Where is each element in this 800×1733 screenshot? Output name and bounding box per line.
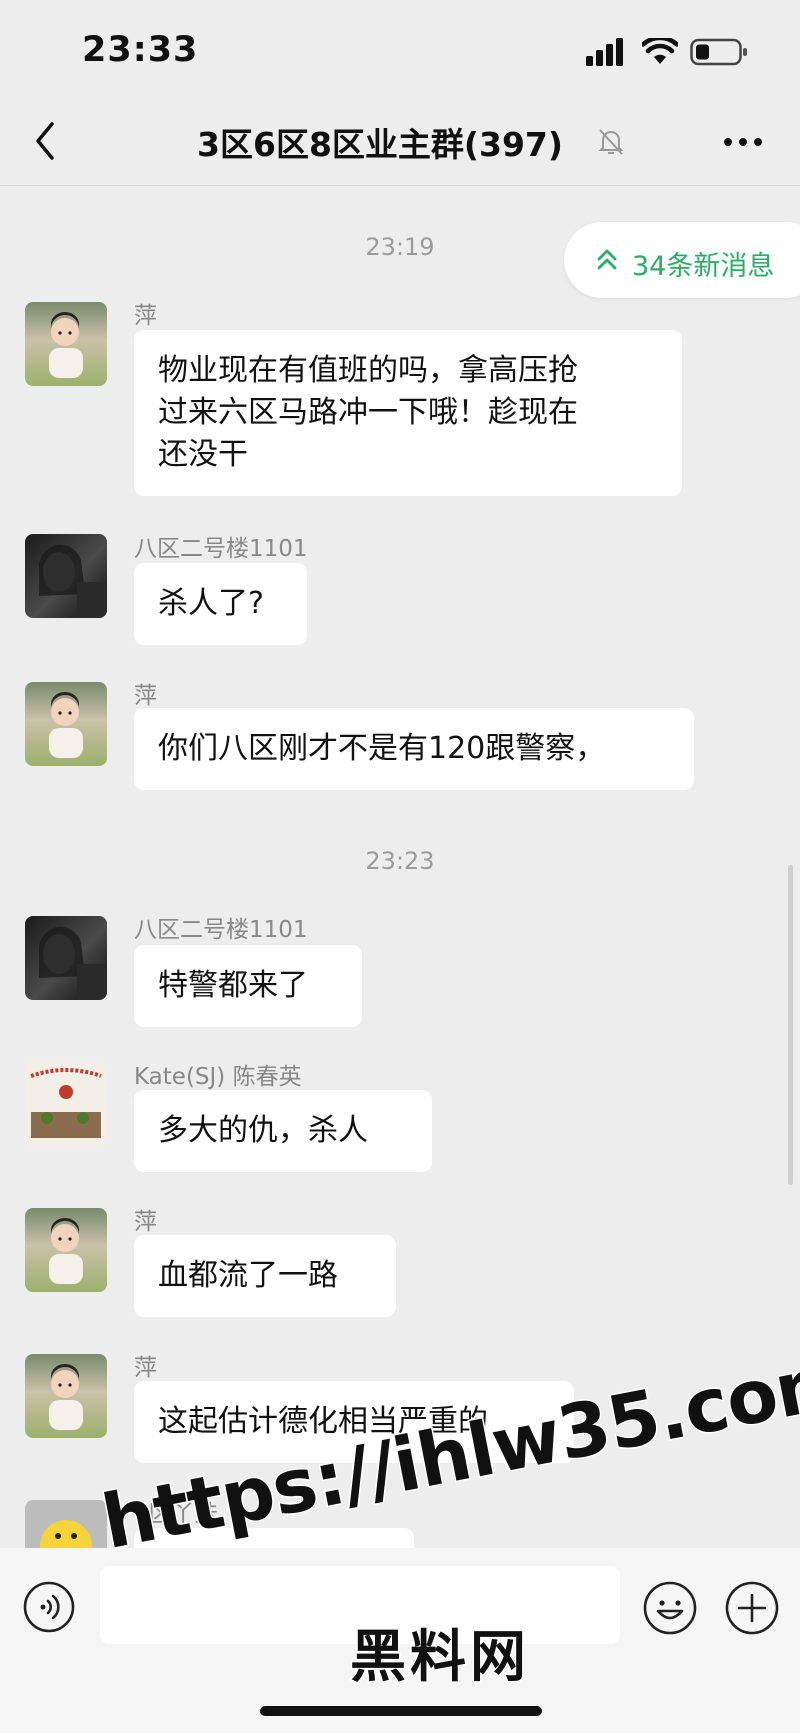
status-time: 23:33 xyxy=(82,30,199,70)
sender-name: 萍 xyxy=(134,303,157,329)
sender-name: 萍 xyxy=(134,683,157,709)
avatar[interactable] xyxy=(25,1354,107,1438)
message-bubble[interactable]: 你们八区刚才不是有120跟警察， xyxy=(134,708,694,790)
sender-name: 萍 xyxy=(134,1355,157,1381)
avatar-child-image xyxy=(49,1218,83,1284)
avatar-child-image xyxy=(49,692,83,758)
message-bubble[interactable]: 多大的仇，杀人 xyxy=(134,1090,432,1172)
scrollbar[interactable] xyxy=(788,865,793,1185)
avatar-photo-image xyxy=(39,544,107,618)
group-name: 3区6区8区业主群(397) xyxy=(197,125,563,164)
sender-name: 八区二号楼1101 xyxy=(134,917,308,943)
message-text: 特警都来了 xyxy=(158,968,308,1003)
message-bubble[interactable]: 特警都来了 xyxy=(134,945,362,1027)
message-line: 物业现在有值班的吗，拿高压抢 xyxy=(158,353,578,388)
sender-name: 萍 xyxy=(134,1209,157,1235)
message-text: 杀人了? xyxy=(158,586,264,621)
emoji-icon[interactable] xyxy=(642,1580,698,1636)
watermark-name: 黑料网 xyxy=(349,1624,530,1692)
avatar-child-image xyxy=(49,312,83,378)
more-icon[interactable] xyxy=(722,127,764,157)
avatar[interactable] xyxy=(25,916,107,1000)
avatar[interactable] xyxy=(25,302,107,386)
chat-title: 3区6区8区业主群(397) xyxy=(0,118,800,166)
avatar[interactable] xyxy=(25,682,107,766)
avatar-duck-image xyxy=(40,1520,92,1548)
message-bubble[interactable]: 物业现在有值班的吗，拿高压抢 过来六区马路冲一下哦！趁现在 还没干 xyxy=(134,330,682,496)
nav-divider xyxy=(0,185,800,186)
message-line: 过来六区马路冲一下哦！趁现在 xyxy=(158,395,578,430)
avatar-logo-image xyxy=(30,1068,102,1138)
voice-icon[interactable] xyxy=(22,1580,76,1634)
mute-icon xyxy=(598,129,624,155)
sender-name: Kate(SJ) 陈春英 xyxy=(134,1064,302,1090)
avatar[interactable] xyxy=(25,1062,107,1146)
avatar[interactable] xyxy=(25,1500,107,1548)
wifi-icon xyxy=(642,38,678,64)
avatar[interactable] xyxy=(25,534,107,618)
timestamp: 23:23 xyxy=(365,847,435,875)
timestamp: 23:19 xyxy=(365,233,435,261)
sender-name: 八区二号楼1101 xyxy=(134,536,308,562)
avatar[interactable] xyxy=(25,1208,107,1292)
battery-icon xyxy=(690,38,747,66)
message-line: 还没干 xyxy=(158,437,248,472)
home-indicator xyxy=(260,1706,542,1716)
plus-icon[interactable] xyxy=(724,1580,780,1636)
message-bubble[interactable]: 杀人了? xyxy=(134,563,307,645)
avatar-child-image xyxy=(49,1364,83,1430)
message-bubble[interactable]: 血都流了一路 xyxy=(134,1235,396,1317)
avatar-photo-image xyxy=(39,926,107,1000)
message-text: 多大的仇，杀人 xyxy=(158,1113,368,1148)
signal-icon xyxy=(586,38,623,66)
message-text: 血都流了一路 xyxy=(158,1258,338,1293)
message-text: 你们八区刚才不是有120跟警察， xyxy=(158,731,606,766)
